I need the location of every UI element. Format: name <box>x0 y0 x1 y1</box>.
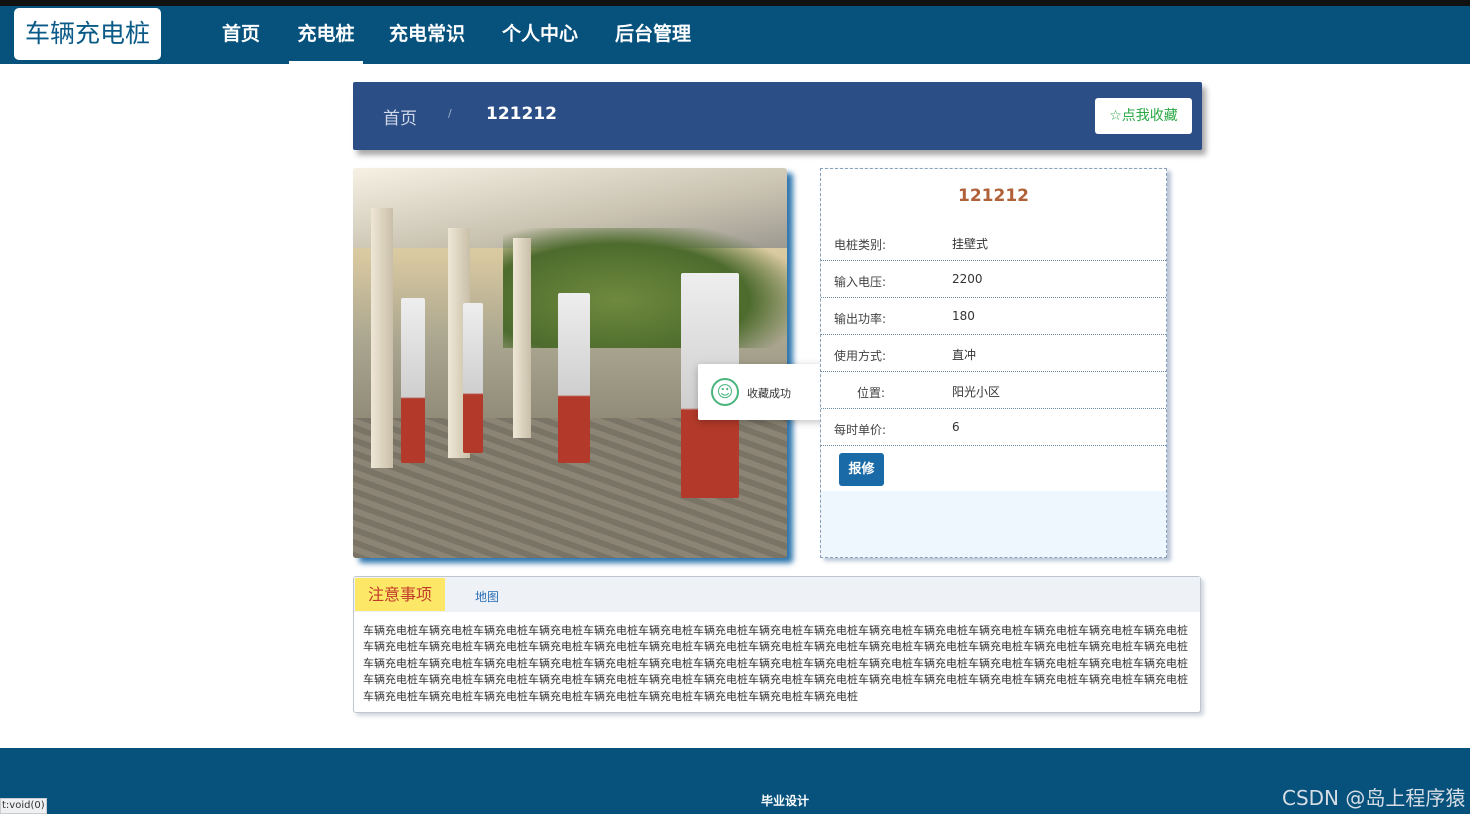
nav-item-charging-pile[interactable]: 充电桩 <box>289 6 363 64</box>
breadcrumb-separator: / <box>448 107 452 120</box>
tab-notice[interactable]: 注意事项 <box>355 578 445 611</box>
footer: 毕业设计 <box>0 748 1470 814</box>
detail-label: 输出功率: <box>834 312 887 326</box>
site-logo[interactable]: 车辆充电桩 <box>14 8 161 60</box>
notes-tabs: 注意事项 地图 <box>354 577 1200 612</box>
nav-item-personal-center[interactable]: 个人中心 <box>498 6 582 64</box>
detail-label: 电桩类别: <box>834 238 887 252</box>
tab-map[interactable]: 地图 <box>475 588 499 605</box>
photo-pillar <box>513 238 531 438</box>
detail-row: 输入电压: 2200 <box>821 261 1166 298</box>
detail-label: 使用方式: <box>834 349 887 363</box>
nav-item-admin[interactable]: 后台管理 <box>611 6 695 64</box>
detail-value: 2200 <box>952 272 983 286</box>
notes-content: 车辆充电桩车辆充电桩车辆充电桩车辆充电桩车辆充电桩车辆充电桩车辆充电桩车辆充电桩… <box>363 624 1188 703</box>
watermark: CSDN @岛上程序猿 <box>1282 786 1466 810</box>
detail-value: 阳光小区 <box>952 385 1001 399</box>
smile-icon: ☺ <box>711 378 739 406</box>
browser-status-bar: t:void(0) <box>0 798 47 814</box>
detail-value: 直冲 <box>952 348 977 362</box>
repair-button[interactable]: 报修 <box>839 453 884 486</box>
photo-pillar <box>371 208 393 468</box>
detail-value: 180 <box>952 309 975 323</box>
charging-station-photo <box>353 168 787 558</box>
detail-label: 每时单价: <box>834 423 887 437</box>
footer-text: 毕业设计 <box>760 794 809 808</box>
detail-row: 使用方式: 直冲 <box>821 335 1166 372</box>
detail-label: 位置: <box>857 386 886 400</box>
toast-message: 收藏成功 <box>747 387 791 400</box>
photo-charger <box>558 293 590 463</box>
detail-panel-body: 121212 电桩类别: 挂壁式 输入电压: 2200 输出功率: 180 使用… <box>821 169 1166 491</box>
breadcrumb-home[interactable]: 首页 <box>383 104 417 129</box>
detail-row: 电桩类别: 挂壁式 <box>821 224 1166 261</box>
breadcrumb: 首页 / 121212 ☆点我收藏 <box>353 82 1202 150</box>
detail-label: 输入电压: <box>834 275 887 289</box>
photo-charger <box>463 303 483 453</box>
nav-item-charging-knowledge[interactable]: 充电常识 <box>385 6 469 64</box>
detail-value: 6 <box>952 420 960 434</box>
top-navbar: 车辆充电桩 首页 充电桩 充电常识 个人中心 后台管理 <box>0 6 1470 64</box>
detail-row: 每时单价: 6 <box>821 409 1166 446</box>
photo-charger <box>401 298 425 463</box>
detail-row: 位置: 阳光小区 <box>821 372 1166 409</box>
photo-trees <box>503 228 787 348</box>
nav-item-home[interactable]: 首页 <box>218 6 264 64</box>
breadcrumb-current: 121212 <box>486 104 557 124</box>
detail-row: 输出功率: 180 <box>821 298 1166 335</box>
detail-panel: 121212 电桩类别: 挂壁式 输入电压: 2200 输出功率: 180 使用… <box>820 168 1167 558</box>
detail-title: 121212 <box>958 186 1029 206</box>
detail-value: 挂壁式 <box>952 237 989 251</box>
favorite-button[interactable]: ☆点我收藏 <box>1095 98 1192 134</box>
notes-panel: 注意事项 地图 车辆充电桩车辆充电桩车辆充电桩车辆充电桩车辆充电桩车辆充电桩车辆… <box>353 576 1201 713</box>
